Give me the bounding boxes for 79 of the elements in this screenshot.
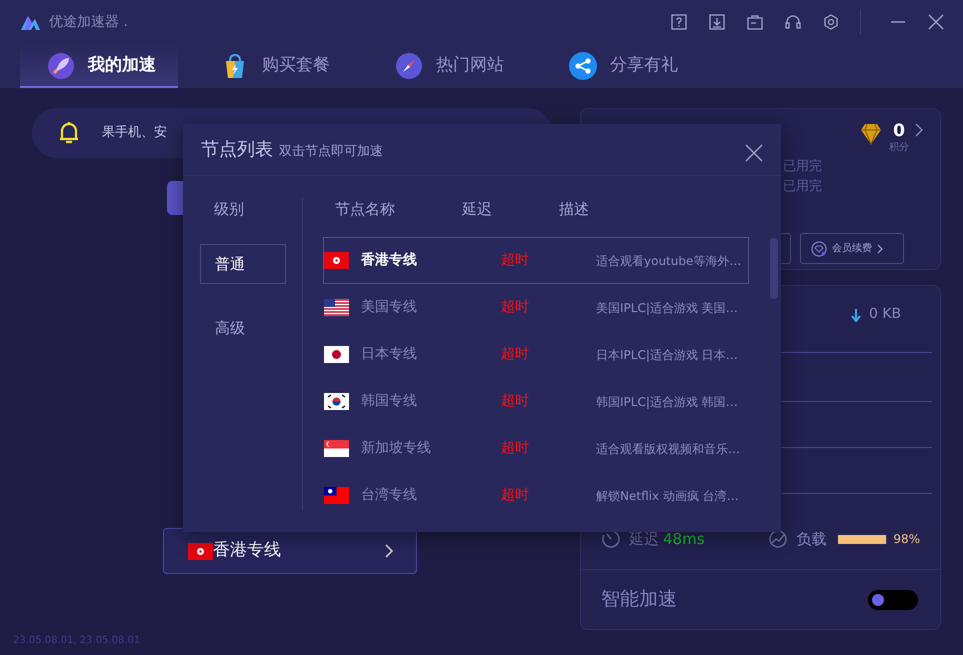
trend-icon xyxy=(768,529,788,550)
node-row[interactable]: 新加坡专线 超时 适合观看版权视频和音乐… xyxy=(323,425,749,472)
nav-tab[interactable]: 购买套餐 xyxy=(194,44,352,88)
column-header: 描述 xyxy=(559,199,589,220)
diamond-icon xyxy=(859,123,883,145)
quota-text: 已用完 xyxy=(783,158,822,176)
node-row[interactable]: 台湾专线 超时 解锁Netflix 动画疯 台湾… xyxy=(323,472,749,519)
share-icon xyxy=(568,51,598,81)
node-row[interactable]: 美国专线 超时 美国IPLC|适合游戏 美国… xyxy=(323,284,749,331)
settings-icon[interactable] xyxy=(822,13,840,31)
logo-icon xyxy=(20,14,41,30)
smart-label: 智能加速 xyxy=(601,587,677,612)
level-option[interactable]: 高级 xyxy=(200,308,286,348)
node-name: 美国专线 xyxy=(360,298,418,317)
node-name: 新加坡专线 xyxy=(360,439,432,458)
arrow-down-icon xyxy=(851,308,861,322)
close-icon[interactable] xyxy=(927,13,945,31)
download-icon[interactable] xyxy=(708,13,726,31)
notice-text: 果手机、安 xyxy=(102,124,167,142)
dialog-subtitle: 双击节点即可加速 xyxy=(279,142,383,161)
compass-icon xyxy=(394,51,424,81)
headset-icon[interactable] xyxy=(784,13,802,31)
help-icon[interactable] xyxy=(670,13,688,31)
chevron-right-icon[interactable] xyxy=(915,123,923,137)
briefcase-icon[interactable] xyxy=(746,13,764,31)
load-label: 负载 xyxy=(796,529,826,550)
dialog-title: 节点列表 xyxy=(201,138,273,162)
latency-status: 超时 xyxy=(501,251,530,270)
points-label: 积分 xyxy=(889,141,909,155)
column-header: 延迟 xyxy=(462,199,493,220)
flag-icon xyxy=(324,252,349,269)
node-description: 韩国IPLC|适合游戏 韩国… xyxy=(596,394,738,410)
node-description: 适合观看youtube等海外… xyxy=(596,252,742,270)
latency-status: 超时 xyxy=(501,392,530,411)
node-row[interactable]: 日本专线 超时 日本IPLC|适合游戏 日本… xyxy=(323,331,749,378)
toggle-switch[interactable] xyxy=(868,590,918,610)
renew-button[interactable]: 会员续费 xyxy=(800,233,904,264)
flag-icon xyxy=(324,440,349,457)
level-option[interactable]: 普通 xyxy=(200,244,286,284)
latency-status: 超时 xyxy=(501,345,530,364)
flag-icon xyxy=(324,299,349,316)
nav-tab[interactable]: 热门网站 xyxy=(368,44,526,88)
node-description: 美国IPLC|适合游戏 美国… xyxy=(596,300,738,316)
column-header: 节点名称 xyxy=(334,199,396,220)
latency-status: 超时 xyxy=(501,298,530,317)
node-row[interactable]: 香港专线 超时 适合观看youtube等海外… xyxy=(323,237,749,284)
node-description: 日本IPLC|适合游戏 日本… xyxy=(596,346,738,364)
node-name: 台湾专线 xyxy=(360,486,418,505)
flag-icon xyxy=(188,542,213,560)
close-icon[interactable] xyxy=(745,144,763,162)
timer-icon xyxy=(601,529,621,550)
node-name: 香港专线 xyxy=(360,251,418,270)
flag-icon xyxy=(324,487,349,504)
quota-text: 已用完 xyxy=(783,178,822,196)
download-amount: 0 KB xyxy=(869,305,902,324)
node-name: 日本专线 xyxy=(360,345,418,364)
chevron-right-icon xyxy=(384,543,394,559)
node-description: 解锁Netflix 动画疯 台湾… xyxy=(596,488,739,504)
load-reading: 98% xyxy=(893,531,920,548)
scrollbar-thumb[interactable] xyxy=(770,238,778,299)
points-value: 0 xyxy=(892,123,906,140)
latency-label: 延迟 xyxy=(629,529,659,550)
chevron-right-icon xyxy=(877,244,883,254)
node-selector[interactable]: 香港专线 xyxy=(163,528,417,574)
latency-status: 超时 xyxy=(501,439,530,458)
rocket-icon xyxy=(46,51,76,81)
flag-icon xyxy=(324,346,349,363)
version-text: 23.05.08.01, 23.05.08.01 xyxy=(13,634,140,648)
app-title: 优途加速器 . xyxy=(49,12,128,32)
node-row[interactable]: 韩国专线 超时 韩国IPLC|适合游戏 韩国… xyxy=(323,378,749,425)
load-bar xyxy=(838,534,888,544)
bell-icon xyxy=(58,121,80,145)
node-name: 韩国专线 xyxy=(360,392,418,411)
node-description: 适合观看版权视频和音乐… xyxy=(596,440,740,458)
nav-tab[interactable]: 分享有礼 xyxy=(542,44,700,88)
latency-status: 超时 xyxy=(501,486,530,505)
latency-value: 48ms xyxy=(663,529,705,550)
column-header: 级别 xyxy=(213,199,245,220)
flag-icon xyxy=(324,393,349,410)
